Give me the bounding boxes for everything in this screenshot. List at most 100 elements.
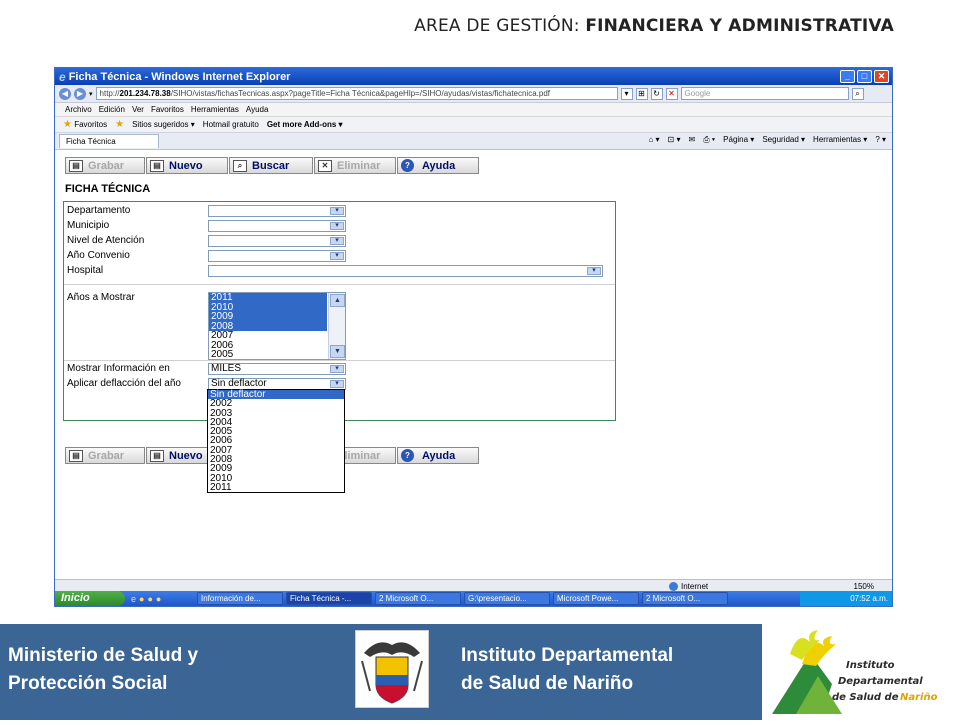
nivel-select[interactable]: ▾: [208, 235, 346, 247]
ministry-name: Ministerio de Salud y Protección Social: [8, 642, 308, 698]
delete-icon: ✕: [318, 159, 332, 172]
task-explorer[interactable]: G:\presentacio...: [464, 592, 550, 605]
ayuda-button-top[interactable]: ? Ayuda: [397, 157, 479, 174]
listbox-scrollbar[interactable]: ▲ ▼: [328, 293, 345, 359]
task-info[interactable]: Información de...: [197, 592, 283, 605]
security-zone: Internet: [669, 581, 708, 591]
maximize-icon[interactable]: □: [857, 70, 872, 83]
grabar-label: Grabar: [88, 449, 125, 462]
ayuda-label: Ayuda: [422, 449, 456, 462]
feeds-icon[interactable]: ⊡ ▾: [668, 135, 681, 145]
tab-ficha-tecnica[interactable]: Ficha Técnica: [59, 134, 159, 148]
back-icon[interactable]: ◀: [59, 87, 71, 100]
instituto-name: Instituto Departamental de Salud de Nari…: [461, 642, 751, 698]
url-dropdown-icon[interactable]: ▾: [620, 87, 633, 100]
minimize-icon[interactable]: _: [840, 70, 855, 83]
add-favorite-icon[interactable]: ★: [115, 119, 124, 130]
tools-menu[interactable]: Herramientas ▾: [813, 135, 867, 145]
taskbar: Inicio e●●● Información de... Ficha Técn…: [55, 591, 892, 606]
buscar-button-top[interactable]: ⌕ Buscar: [229, 157, 313, 174]
favorites-button[interactable]: ★ Favoritos: [63, 119, 107, 130]
tab-label: Ficha Técnica: [66, 137, 116, 146]
menu-bar: Archivo Edición Ver Favoritos Herramient…: [55, 103, 892, 117]
menu-herramientas[interactable]: Herramientas: [191, 105, 239, 114]
task-ficha[interactable]: Ficha Técnica -...: [286, 592, 372, 605]
system-tray: 07:52 a.m.: [800, 591, 892, 606]
menu-edicion[interactable]: Edición: [99, 105, 125, 114]
chevron-down-icon: ▾: [330, 380, 344, 388]
url-scheme: http://: [99, 89, 120, 98]
deflaccion-option[interactable]: 2011: [208, 482, 344, 492]
colombia-crest-logo: [355, 630, 429, 708]
save-icon: ▤: [69, 159, 83, 172]
quick-launch[interactable]: e●●●: [125, 594, 197, 604]
task-office-1[interactable]: 2 Microsoft O...: [375, 592, 461, 605]
departamento-select[interactable]: ▾: [208, 205, 346, 217]
star-icon: ★: [63, 119, 72, 130]
search-input[interactable]: Google: [680, 87, 849, 100]
instituto-line-1: Instituto Departamental: [461, 645, 674, 666]
hotmail-link[interactable]: Hotmail gratuito: [203, 120, 259, 129]
history-dropdown-icon[interactable]: ▾: [89, 90, 93, 98]
municipio-select[interactable]: ▾: [208, 220, 346, 232]
grabar-button-top[interactable]: ▤ Grabar: [65, 157, 145, 174]
forward-icon[interactable]: ▶: [74, 87, 86, 100]
eliminar-button-top[interactable]: ✕ Eliminar: [314, 157, 396, 174]
menu-favoritos[interactable]: Favoritos: [151, 105, 184, 114]
clock: 07:52 a.m.: [850, 594, 888, 603]
deflaccion-dropdown-list[interactable]: Sin deflactor 2002 2003 2004 2005 2006 2007 200…: [207, 389, 345, 493]
chevron-down-icon: ▾: [587, 267, 601, 275]
globe-icon: [669, 581, 678, 591]
zoom-level[interactable]: 150%: [854, 582, 874, 591]
addons-link[interactable]: Get more Add-ons ▾: [267, 120, 343, 129]
url-path: /SIHO/vistas/fichasTecnicas.aspx?pageTit…: [170, 89, 551, 98]
header-area: FINANCIERA Y ADMINISTRATIVA: [585, 16, 894, 36]
url-input[interactable]: http://201.234.78.38/SIHO/vistas/fichasT…: [95, 87, 618, 100]
close-icon[interactable]: ✕: [874, 70, 889, 83]
form-title: FICHA TÉCNICA: [65, 183, 151, 195]
tab-bar: Ficha Técnica ⌂ ▾ ⊡ ▾ ✉ ⎙ ▾ Página ▾ Seg…: [55, 133, 892, 150]
eliminar-label: Eliminar: [337, 159, 381, 172]
home-icon[interactable]: ⌂ ▾: [648, 135, 659, 145]
compat-icon[interactable]: ⊞: [635, 87, 648, 100]
ayuda-button-bottom[interactable]: ? Ayuda: [397, 447, 479, 464]
mostrar-info-select[interactable]: MILES ▾: [208, 363, 346, 375]
task-powerpoint[interactable]: Microsoft Powe...: [553, 592, 639, 605]
refresh-icon[interactable]: ↻: [650, 87, 663, 100]
security-menu[interactable]: Seguridad ▾: [762, 135, 805, 145]
chevron-down-icon: ▾: [330, 252, 344, 260]
slide-header: AREA DE GESTIÓN: FINANCIERA Y ADMINISTRA…: [414, 16, 894, 36]
start-button[interactable]: Inicio: [55, 591, 125, 606]
anios-listbox[interactable]: 2011 2010 2009 2008 2007 2006 2005 ▲ ▼: [208, 292, 346, 360]
window-title: Ficha Técnica - Windows Internet Explore…: [68, 70, 291, 83]
search-icon[interactable]: ⌕: [851, 87, 864, 100]
ministry-line-1: Ministerio de Salud y: [8, 645, 199, 666]
scroll-up-icon[interactable]: ▲: [330, 294, 345, 307]
stop-icon[interactable]: ✕: [665, 87, 678, 100]
logo-text-3: de Salud de: [832, 692, 899, 703]
logo-text-4: Nariño: [900, 692, 938, 703]
year-option[interactable]: 2005: [209, 350, 327, 359]
help-icon: ?: [401, 159, 414, 172]
divider: [64, 360, 615, 361]
menu-archivo[interactable]: Archivo: [65, 105, 92, 114]
ministry-line-2: Protección Social: [8, 673, 168, 694]
favorites-bar: ★ Favoritos ★ Sitios sugeridos ▾ Hotmail…: [55, 117, 892, 133]
menu-ver[interactable]: Ver: [132, 105, 144, 114]
deflaccion-value: Sin deflactor: [211, 378, 267, 389]
anio-convenio-select[interactable]: ▾: [208, 250, 346, 262]
nuevo-button-top[interactable]: ▤ Nuevo: [146, 157, 228, 174]
municipio-label: Municipio: [67, 220, 110, 231]
print-icon[interactable]: ⎙ ▾: [703, 135, 715, 145]
task-office-2[interactable]: 2 Microsoft O...: [642, 592, 728, 605]
anios-mostrar-label: Años a Mostrar: [67, 292, 135, 303]
menu-ayuda[interactable]: Ayuda: [246, 105, 269, 114]
header-prefix: AREA DE GESTIÓN:: [414, 16, 586, 36]
mail-icon[interactable]: ✉: [688, 135, 695, 145]
suggested-sites-link[interactable]: Sitios sugeridos ▾: [132, 120, 195, 129]
scroll-down-icon[interactable]: ▼: [330, 345, 345, 358]
grabar-button-bottom[interactable]: ▤ Grabar: [65, 447, 145, 464]
hospital-select[interactable]: ▾: [208, 265, 603, 277]
help-icon[interactable]: ? ▾: [875, 135, 886, 145]
page-menu[interactable]: Página ▾: [723, 135, 754, 145]
